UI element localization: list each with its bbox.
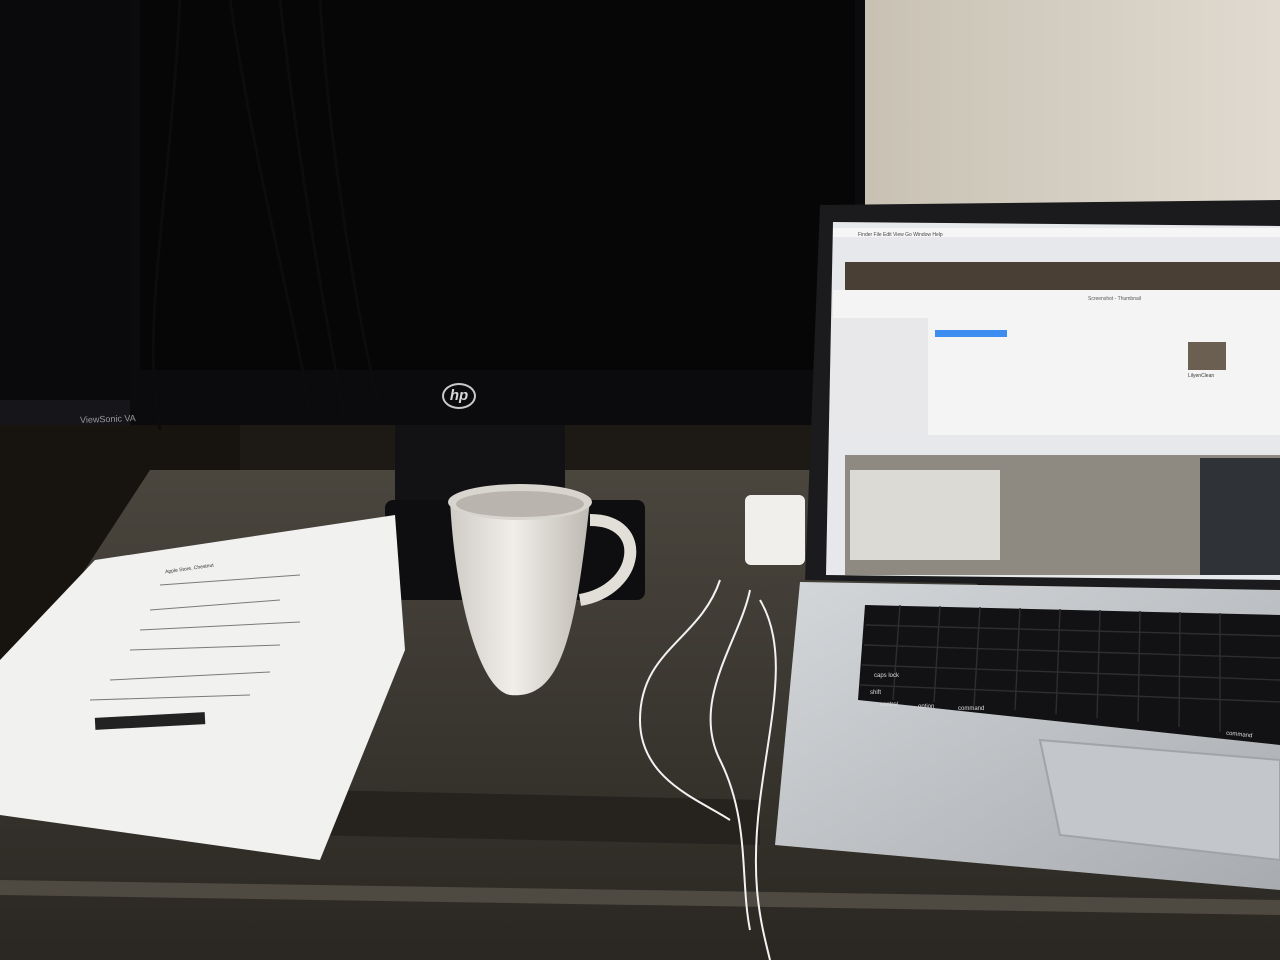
file-thumbnail xyxy=(1188,342,1226,370)
finder-window-title: Screenshot - Thumbnail xyxy=(1088,296,1141,302)
desk-scene-photo xyxy=(0,0,1280,960)
selected-file-name: LilyenClean xyxy=(1188,373,1215,379)
hp-logo: hp xyxy=(442,383,476,409)
caps-lock-key: caps lock xyxy=(874,673,900,679)
video-strip-top xyxy=(845,262,1280,292)
side-monitor-screen xyxy=(0,0,140,400)
camera-preview-paper xyxy=(850,470,1000,560)
finder-sidebar xyxy=(833,318,928,435)
file-selected-row xyxy=(935,330,1007,337)
option-key: option xyxy=(918,704,935,710)
laptop-charger xyxy=(745,495,805,565)
camera-preview-laptop xyxy=(1200,458,1280,575)
shift-key: shift xyxy=(870,690,882,696)
hp-monitor-screen xyxy=(140,0,855,370)
side-monitor-brand: ViewSonic VA xyxy=(79,413,136,425)
control-key: control xyxy=(880,702,899,708)
command-key-left: command xyxy=(958,706,985,712)
laptop-menu-bar: Finder File Edit View Go Window Help xyxy=(858,232,943,238)
